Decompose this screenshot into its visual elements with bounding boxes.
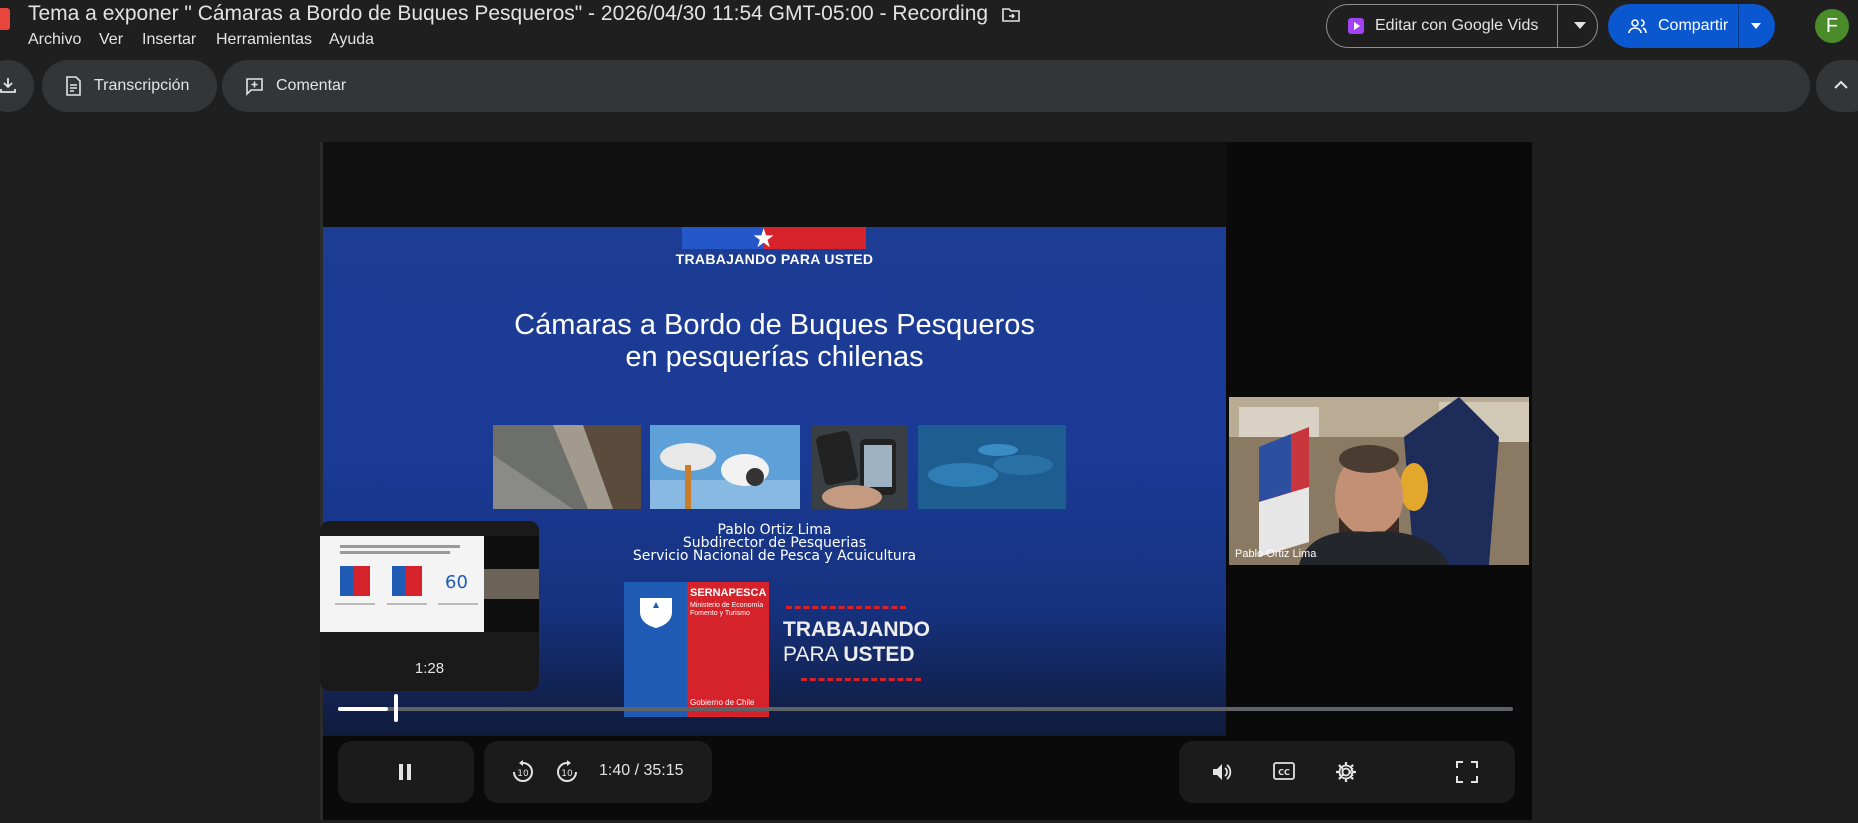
chevron-up-icon [1834,80,1848,89]
fish-shoal-photo [918,425,1066,509]
people-icon [1628,19,1647,34]
menu-insertar[interactable]: Insertar [142,31,196,49]
share-label: Compartir [1658,17,1729,34]
slogan-line-1: TRABAJANDO [783,618,930,641]
menu-ayuda[interactable]: Ayuda [329,31,374,49]
participant-video: Pablo Ortiz Lima [1229,397,1529,565]
seek-back-label: 10 [517,769,529,779]
replay-10-icon[interactable]: 10 [510,759,536,785]
volume-icon[interactable] [1211,761,1233,783]
time-display: 1:40 / 35:15 [599,762,684,779]
menu-ver[interactable]: Ver [99,31,123,49]
add-comment-icon [246,77,263,96]
progress-played [338,707,388,711]
button-divider [1557,5,1558,47]
closed-captions-icon[interactable]: CC [1273,762,1295,780]
preview-frame: 60 [320,521,539,651]
slogan-usted: USTED [843,643,915,666]
slide-title-line-1: Cámaras a Bordo de Buques Pesqueros [514,309,1035,341]
preview-timestamp: 1:28 [414,660,445,677]
coat-of-arms-icon [640,598,672,628]
download-icon [0,78,16,93]
onboard-camera-photo [650,425,800,509]
document-title[interactable]: Tema a exponer " Cámaras a Bordo de Buqu… [28,2,1020,26]
slogan-line-2: PARA USTED [783,643,915,667]
slogan-divider [786,606,906,609]
mobile-phone-photo [812,425,908,509]
forward-10-icon[interactable]: 10 [554,759,580,785]
account-avatar[interactable]: F [1815,9,1849,43]
logo-ministry: Ministerio de Economía Fomento y Turismo [690,602,764,617]
slogan-para: PARA [783,643,844,666]
edit-with-vids-label: Editar con Google Vids [1375,17,1539,34]
progress-scrubber[interactable] [393,694,398,722]
seek-forward-label: 10 [561,769,573,779]
transcript-button[interactable]: Transcripción [42,60,217,112]
document-title-text: Tema a exponer " Cámaras a Bordo de Buqu… [28,2,989,25]
progress-track[interactable] [338,707,1513,711]
participant-feed [1229,397,1529,565]
logo-government: Gobierno de Chile [690,698,755,707]
fishing-boat-deck-photo [493,425,641,509]
comment-button[interactable]: Comentar [222,60,1810,112]
seek-preview-thumbnail: 60 1:28 [320,521,539,691]
comment-label: Comentar [276,77,347,94]
slide-title-line-2: en pesquerías chilenas [625,341,924,373]
transcript-icon [66,76,81,96]
button-divider [1738,4,1739,48]
google-vids-icon [1348,18,1364,34]
star-icon: ★ [752,227,776,253]
chile-flag-banner: ★ [682,227,866,253]
file-type-icon [0,8,10,30]
slogan-divider [801,678,921,681]
collapse-toolbar-button[interactable] [1816,60,1858,112]
slide-tagline: TRABAJANDO PARA USTED [675,251,874,267]
sernapesca-logo: SERNAPESCA Ministerio de Economía Foment… [624,582,769,717]
svg-text:60: 60 [445,572,468,593]
svg-text:CC: CC [1278,768,1290,777]
logo-name: SERNAPESCA [690,587,767,599]
move-to-folder-icon[interactable] [1002,7,1020,22]
playback-speed-button[interactable]: 1x [1338,763,1354,780]
share-button[interactable]: Compartir [1608,4,1775,48]
pause-icon [399,764,411,780]
chevron-down-icon[interactable] [1574,22,1586,29]
edit-with-vids-button[interactable]: Editar con Google Vids [1326,4,1598,48]
fullscreen-icon[interactable] [1456,761,1478,783]
menu-herramientas[interactable]: Herramientas [216,31,312,49]
pause-button[interactable] [338,741,474,803]
participant-name: Pablo Ortiz Lima [1235,548,1317,560]
menu-archivo[interactable]: Archivo [28,31,81,49]
download-button[interactable] [0,60,34,112]
chevron-down-icon[interactable] [1751,23,1761,29]
transcript-label: Transcripción [94,77,190,94]
slide-title: Cámaras a Bordo de Buques Pesqueros en p… [323,309,1226,373]
